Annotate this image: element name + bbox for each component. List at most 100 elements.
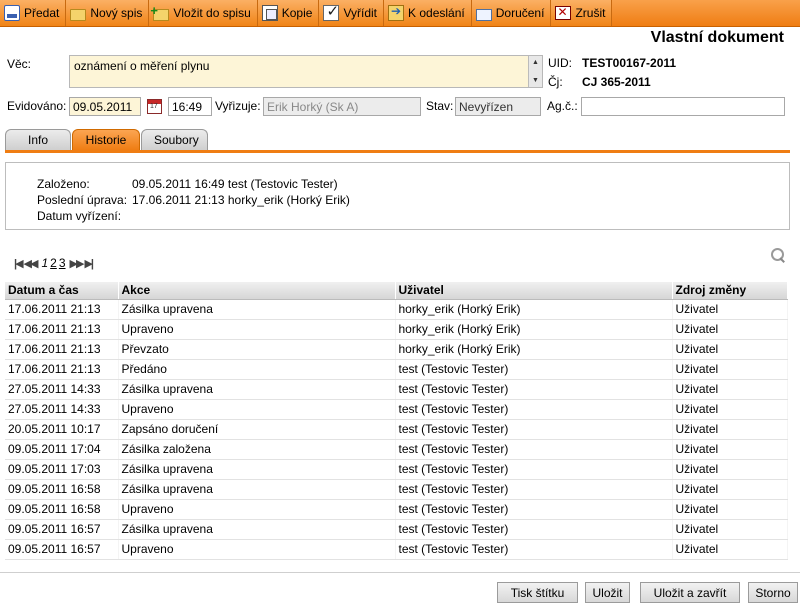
cell-zdroj: Uživatel [672,479,788,500]
table-row[interactable]: 09.05.2011 16:58 Zásilka upravena test (Te… [5,479,788,500]
vyrizuje-label: Vyřizuje: [215,99,261,113]
column-header-zdroj[interactable]: Zdroj změny [672,282,788,300]
page-link-1[interactable]: 1 [41,256,48,270]
table-row[interactable]: 09.05.2011 17:03 Zásilka upravena test (Te… [5,459,788,480]
vyrizeni-label: Datum vyřízení: [37,209,122,223]
cell-zdroj: Uživatel [672,539,788,560]
column-header-uzivatel[interactable]: Uživatel [395,282,673,300]
cell-uzivatel: horky_erik (Horký Erik) [395,299,673,320]
cell-akce: Upraveno [118,539,396,560]
folder-icon [70,8,87,21]
table-row[interactable]: 17.06.2011 21:13 Převzato horky_erik (Hork… [5,339,788,360]
tab-soubory[interactable]: Soubory [141,129,208,150]
uid-label: UID: [548,56,572,70]
predat-label: Předat [24,6,60,20]
cj-label: Čj: [548,75,563,89]
print-label-button[interactable]: Tisk štítku [497,582,578,603]
agc-field[interactable] [581,97,785,116]
scroll-up-icon[interactable]: ▲ [531,58,540,67]
column-header-akce[interactable]: Akce [118,282,396,300]
pager: |◀ ◀◀ 1 2 3 ▶▶ ▶| [14,256,94,270]
hand-over-icon [4,5,20,21]
cell-akce: Předáno [118,359,396,380]
cell-akce: Upraveno [118,399,396,420]
table-row[interactable]: 27.05.2011 14:33 Upraveno test (Testovic T… [5,399,788,420]
cell-zdroj: Uživatel [672,379,788,400]
search-icon[interactable] [770,247,786,263]
cell-akce: Zapsáno doručení [118,419,396,440]
vlozit-do-spisu-label: Vložit do spisu [173,6,251,20]
cell-uzivatel: test (Testovic Tester) [395,419,673,440]
cell-datum: 17.06.2011 21:13 [5,319,119,340]
cell-datum: 27.05.2011 14:33 [5,399,119,420]
cancel-button[interactable]: Storno [748,582,798,603]
vyridit-label: Vyřídit [343,6,378,20]
tab-historie[interactable]: Historie [72,129,140,150]
zrusit-label: Zrušit [575,6,606,20]
cell-datum: 09.05.2011 16:58 [5,499,119,520]
predat-button[interactable]: Předat [0,0,67,26]
next-page-icon[interactable]: ▶▶ [70,257,85,270]
table-header-row: Datum a čas Akce Uživatel Zdroj změny [5,282,788,300]
table-row[interactable]: 17.06.2011 21:13 Upraveno horky_erik (Hork… [5,319,788,340]
cell-zdroj: Uživatel [672,519,788,540]
table-row[interactable]: 17.06.2011 21:13 Zásilka upravena horky_er… [5,299,788,320]
cell-uzivatel: horky_erik (Horký Erik) [395,319,673,340]
checkmark-icon [323,2,340,21]
k-odeslani-button[interactable]: K odeslání [384,0,472,26]
info-panel: Založeno: 09.05.2011 16:49 test (Testovi… [5,162,790,230]
cell-zdroj: Uživatel [672,299,788,320]
cell-akce: Zásilka upravena [118,479,396,500]
cell-akce: Zásilka upravena [118,299,396,320]
kopie-label: Kopie [281,6,313,20]
cell-zdroj: Uživatel [672,359,788,380]
zalozeno-value: 09.05.2011 16:49 test (Testovic Tester) [132,177,338,191]
table-row[interactable]: 09.05.2011 16:57 Zásilka upravena test (Te… [5,519,788,540]
stav-label: Stav: [426,99,454,113]
novy-spis-button[interactable]: Nový spis [66,0,150,26]
send-icon [388,4,405,21]
table-row[interactable]: 20.05.2011 10:17 Zapsáno doručení test (Te… [5,419,788,440]
cell-zdroj: Uživatel [672,499,788,520]
cell-akce: Zásilka upravena [118,379,396,400]
doruceni-label: Doručení [495,6,545,20]
cell-uzivatel: test (Testovic Tester) [395,539,673,560]
main-toolbar: Předat Nový spis Vložit do spisu Kopie V… [0,0,800,27]
vlozit-do-spisu-button[interactable]: Vložit do spisu [149,0,258,26]
close-icon [555,5,572,20]
column-header-datum[interactable]: Datum a čas [5,282,119,300]
table-row[interactable]: 17.06.2011 21:13 Předáno test (Testovic Te… [5,359,788,380]
save-button[interactable]: Uložit [585,582,630,603]
page-link-3[interactable]: 3 [59,256,66,270]
doruceni-button[interactable]: Doručení [471,0,552,26]
evidovano-time-field[interactable]: 16:49 [168,97,212,116]
cell-uzivatel: test (Testovic Tester) [395,519,673,540]
copy-icon [261,5,278,21]
scroll-down-icon[interactable]: ▼ [531,76,540,85]
vyridit-button[interactable]: Vyřídit [319,0,385,26]
last-page-icon[interactable]: ▶| [84,257,93,270]
save-close-button[interactable]: Uložit a zavřít [640,582,740,603]
zalozeno-label: Založeno: [37,177,90,191]
zrusit-button[interactable]: Zrušit [551,0,613,26]
evidovano-date-field[interactable]: 09.05.2011 [69,97,141,116]
cell-uzivatel: horky_erik (Horký Erik) [395,339,673,360]
kopie-button[interactable]: Kopie [257,0,320,26]
vec-textarea[interactable]: oznámení o měření plynu ▲ ▼ [69,55,543,88]
table-row[interactable]: 09.05.2011 16:57 Upraveno test (Testovic T… [5,539,788,560]
cell-uzivatel: test (Testovic Tester) [395,499,673,520]
agc-label: Ag.č.: [547,99,578,113]
table-row[interactable]: 09.05.2011 17:04 Zásilka založena test (Te… [5,439,788,460]
cj-value: CJ 365-2011 [582,75,651,89]
calendar-icon[interactable] [147,99,162,114]
table-row[interactable]: 27.05.2011 14:33 Zásilka upravena test (Te… [5,379,788,400]
prev-page-icon[interactable]: ◀◀ [24,257,39,270]
cell-akce: Zásilka založena [118,439,396,460]
cell-zdroj: Uživatel [672,399,788,420]
tab-info[interactable]: Info [5,129,71,150]
page-link-2[interactable]: 2 [50,256,57,270]
first-page-icon[interactable]: |◀ [14,257,23,270]
vec-scrollbar[interactable]: ▲ ▼ [528,56,542,87]
cell-zdroj: Uživatel [672,319,788,340]
table-row[interactable]: 09.05.2011 16:58 Upraveno test (Testovic T… [5,499,788,520]
